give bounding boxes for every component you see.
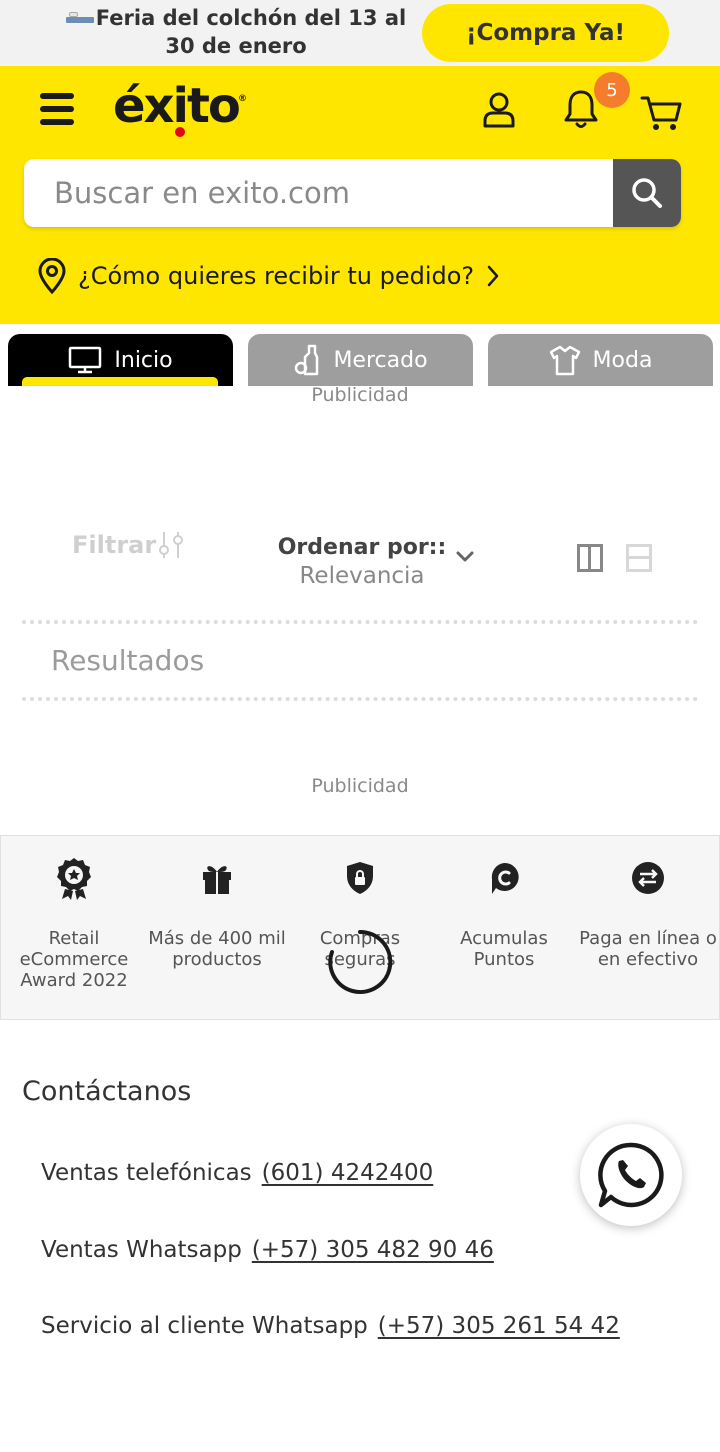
tab-label: Moda bbox=[592, 347, 653, 373]
contact-label: Servicio al cliente Whatsapp bbox=[41, 1313, 368, 1339]
filter-button[interactable]: Filtrar bbox=[72, 530, 186, 560]
sort-title: Ordenar por:: bbox=[277, 535, 447, 560]
award-icon bbox=[57, 858, 91, 900]
search-bar bbox=[24, 159, 681, 227]
ad-label-top: Publicidad bbox=[311, 384, 409, 406]
gift-icon bbox=[203, 866, 231, 894]
tab-mercado[interactable]: Mercado bbox=[248, 334, 473, 386]
benefit-label: Acumulas Puntos bbox=[460, 928, 548, 970]
benefit-payment: Paga en línea o en efectivo bbox=[576, 856, 720, 970]
location-pin-icon bbox=[38, 258, 66, 294]
contact-row-whatsapp-service: Servicio al cliente Whatsapp (+57) 305 26… bbox=[41, 1313, 620, 1339]
points-icon bbox=[491, 862, 519, 894]
grid-view-icon[interactable] bbox=[577, 544, 603, 572]
shirt-icon bbox=[549, 345, 580, 376]
whatsapp-sales-link[interactable]: (+57) 305 482 90 46 bbox=[252, 1237, 494, 1263]
header: éxito ® 5 ¿Cómo quieres recibir tu pedid… bbox=[0, 66, 720, 324]
benefit-award: Retail eCommerce Award 2022 bbox=[2, 856, 146, 991]
contact-row-whatsapp-sales: Ventas Whatsapp (+57) 305 482 90 46 bbox=[41, 1237, 494, 1263]
benefit-label: Paga en línea o en efectivo bbox=[579, 928, 717, 970]
chevron-down-icon[interactable] bbox=[455, 550, 475, 564]
contact-label: Ventas Whatsapp bbox=[41, 1237, 242, 1263]
phone-sales-link[interactable]: (601) 4242400 bbox=[262, 1160, 434, 1186]
divider-top bbox=[22, 620, 698, 624]
exito-logo[interactable]: éxito bbox=[113, 78, 241, 134]
tab-label: Mercado bbox=[333, 347, 428, 373]
contact-title: Contáctanos bbox=[22, 1076, 192, 1107]
contact-label: Ventas telefónicas bbox=[41, 1160, 252, 1186]
contact-row-phone: Ventas telefónicas (601) 4242400 bbox=[41, 1160, 433, 1186]
search-icon bbox=[632, 178, 662, 208]
search-button[interactable] bbox=[613, 159, 681, 227]
filter-sliders-icon bbox=[159, 532, 184, 558]
user-account-icon[interactable] bbox=[482, 92, 516, 128]
promo-text-label: Feria del colchón del 13 al 30 de enero bbox=[95, 6, 407, 58]
chevron-right-icon bbox=[487, 265, 499, 287]
delivery-label: ¿Cómo quieres recibir tu pedido? bbox=[78, 262, 475, 290]
bed-icon bbox=[65, 9, 94, 23]
tab-label: Inicio bbox=[114, 347, 173, 373]
cart-icon[interactable] bbox=[640, 92, 682, 132]
tab-moda[interactable]: Moda bbox=[488, 334, 713, 386]
benefit-products: Más de 400 mil productos bbox=[145, 856, 289, 970]
promo-text: Feria del colchón del 13 al 30 de enero bbox=[60, 4, 412, 60]
ad-label-bottom: Publicidad bbox=[311, 775, 409, 797]
buy-now-button[interactable]: ¡Compra Ya! bbox=[422, 4, 669, 62]
results-heading: Resultados bbox=[51, 644, 205, 677]
benefit-points: Acumulas Puntos bbox=[432, 856, 576, 970]
bottle-icon bbox=[295, 344, 319, 376]
benefit-label: Retail eCommerce Award 2022 bbox=[19, 928, 129, 991]
filter-label: Filtrar bbox=[72, 531, 157, 559]
loading-spinner-icon bbox=[328, 929, 393, 994]
logo-registered-mark: ® bbox=[238, 94, 247, 104]
sort-dropdown[interactable]: Ordenar por:: Relevancia bbox=[262, 534, 462, 590]
divider-bottom bbox=[22, 697, 698, 701]
logo-dot bbox=[175, 127, 185, 137]
monitor-icon bbox=[69, 346, 102, 374]
sort-value: Relevancia bbox=[299, 563, 425, 589]
whatsapp-floating-button[interactable] bbox=[580, 1124, 682, 1226]
hamburger-menu-icon[interactable] bbox=[40, 93, 76, 129]
whatsapp-service-link[interactable]: (+57) 305 261 54 42 bbox=[378, 1313, 620, 1339]
delivery-selector[interactable]: ¿Cómo quieres recibir tu pedido? bbox=[36, 256, 500, 296]
exchange-icon bbox=[632, 862, 664, 894]
shield-lock-icon bbox=[347, 862, 373, 894]
benefit-label: Más de 400 mil productos bbox=[148, 928, 286, 970]
notifications-badge: 5 bbox=[594, 72, 630, 108]
whatsapp-icon bbox=[598, 1142, 664, 1208]
search-input[interactable] bbox=[24, 159, 613, 227]
promo-banner: Feria del colchón del 13 al 30 de enero … bbox=[0, 0, 720, 66]
list-view-icon[interactable] bbox=[626, 544, 652, 572]
